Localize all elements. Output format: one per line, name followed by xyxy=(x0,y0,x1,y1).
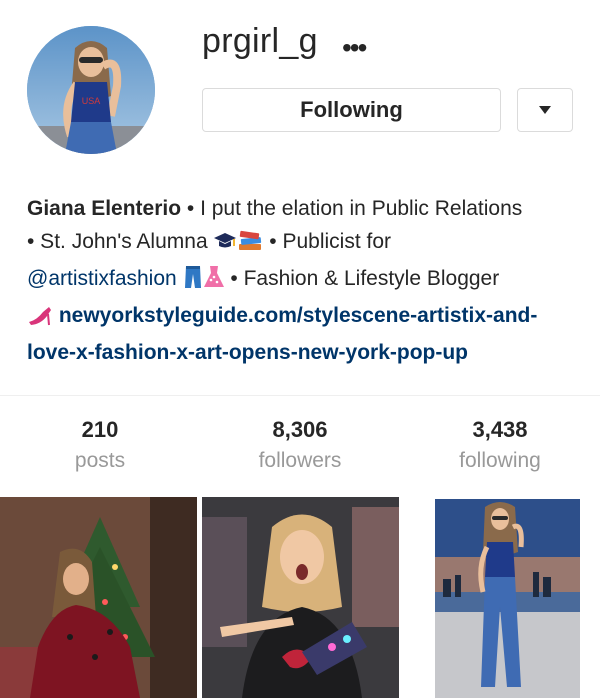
followers-count: 8,306 xyxy=(272,417,328,442)
full-name: Giana Elenterio xyxy=(27,197,182,220)
following-button[interactable]: Following xyxy=(202,88,501,132)
bio-text-3: • Publicist for xyxy=(263,230,392,253)
mention-link[interactable]: @artistixfashion xyxy=(27,267,177,290)
caret-down-icon xyxy=(539,106,551,114)
following-count: 3,438 xyxy=(472,417,528,442)
website-link-part-2[interactable]: love-x-fashion-x-art-opens-new-york-pop-… xyxy=(27,341,468,364)
suggestions-dropdown-button[interactable] xyxy=(517,88,573,132)
stat-followers[interactable]: 8,306 followers xyxy=(200,416,400,478)
profile-avatar[interactable]: USA xyxy=(27,26,155,154)
graduation-cap-icon xyxy=(213,229,237,262)
jeans-icon xyxy=(183,265,203,299)
post-thumbnail[interactable] xyxy=(0,497,197,698)
svg-text:USA: USA xyxy=(82,96,101,106)
profile-bio: Giana Elenterio • I put the elation in P… xyxy=(27,192,587,369)
username: prgirl_g xyxy=(202,22,318,60)
dress-icon xyxy=(203,265,225,299)
books-icon xyxy=(237,229,263,262)
bio-line-5: love-x-fashion-x-art-opens-new-york-pop-… xyxy=(27,336,587,369)
following-button-label: Following xyxy=(300,97,403,122)
ellipsis-icon[interactable]: ••• xyxy=(342,34,367,62)
bio-text-1: • I put the elation in Public Relations xyxy=(181,197,523,220)
stat-posts[interactable]: 210 posts xyxy=(0,416,200,478)
posts-label: posts xyxy=(74,449,126,472)
bio-line-1: Giana Elenterio • I put the elation in P… xyxy=(27,192,587,225)
stats-divider xyxy=(0,395,600,396)
high-heel-icon xyxy=(27,303,53,336)
posts-count: 210 xyxy=(81,417,119,442)
bio-line-3: @artistixfashion • Fashion & Lifestyle B… xyxy=(27,262,587,299)
stat-following[interactable]: 3,438 following xyxy=(400,416,600,478)
post-thumbnail[interactable] xyxy=(403,497,600,698)
bio-line-2: • St. John's Alumna • Publicist for xyxy=(27,225,587,262)
post-thumbnail[interactable] xyxy=(202,497,399,698)
bio-line-4: newyorkstyleguide.com/stylescene-artisti… xyxy=(27,299,587,336)
bio-text-2: • St. John's Alumna xyxy=(27,230,208,253)
following-label: following xyxy=(459,449,541,472)
bio-text-4: • Fashion & Lifestyle Blogger xyxy=(224,267,500,290)
followers-label: followers xyxy=(258,449,342,472)
website-link-part-1[interactable]: newyorkstyleguide.com/stylescene-artisti… xyxy=(59,304,538,327)
